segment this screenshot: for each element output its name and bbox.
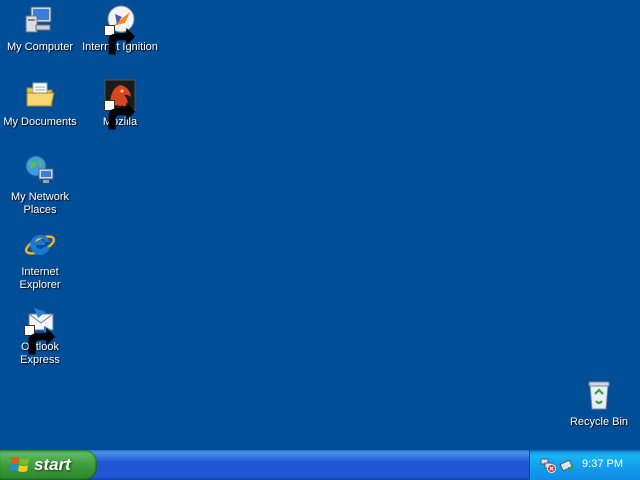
desktop-icon-label: Internet Explorer: [19, 266, 61, 291]
system-tray: 9:37 PM: [529, 450, 640, 480]
desktop-icon-label: My Computer: [6, 41, 74, 53]
desktop: My Computer Internet Ignition My Documen…: [0, 0, 640, 450]
computer-icon: [24, 4, 56, 36]
recycle-bin-icon: [583, 379, 615, 411]
desktop-icon-my-computer[interactable]: My Computer: [0, 4, 80, 54]
windows-logo-icon: [10, 457, 29, 472]
clock[interactable]: 9:37 PM: [582, 458, 623, 470]
internet-explorer-icon: [24, 229, 56, 261]
internet-ignition-icon: [104, 4, 136, 55]
desktop-icon-label: My Documents: [3, 116, 77, 128]
desktop-icon-my-documents[interactable]: My Documents: [0, 79, 80, 129]
desktop-icon-label: My Network Places: [10, 191, 70, 216]
desktop-icon-internet-explorer[interactable]: Internet Explorer: [0, 229, 80, 292]
taskbar: start 9:37 PM: [0, 450, 640, 480]
shortcut-arrow-icon: [24, 325, 56, 355]
safely-remove-hardware-icon[interactable]: [559, 457, 575, 473]
start-button[interactable]: start: [0, 450, 97, 480]
mozilla-icon: [104, 79, 136, 130]
outlook-express-icon: [24, 304, 56, 355]
network-globe-icon: [24, 154, 56, 186]
desktop-icon-recycle-bin[interactable]: Recycle Bin: [559, 379, 639, 429]
desktop-icon-mozilla[interactable]: Mozilla: [80, 79, 160, 130]
shortcut-arrow-icon: [104, 100, 136, 130]
desktop-icon-label: Recycle Bin: [569, 416, 629, 428]
shortcut-arrow-icon: [104, 25, 136, 55]
desktop-icon-outlook-express[interactable]: Outlook Express: [0, 304, 80, 367]
start-label: start: [34, 455, 71, 474]
folder-documents-icon: [24, 79, 56, 111]
desktop-icon-internet-ignition[interactable]: Internet Ignition: [80, 4, 160, 55]
desktop-icon-my-network-places[interactable]: My Network Places: [0, 154, 80, 217]
network-error-icon[interactable]: [540, 457, 556, 473]
